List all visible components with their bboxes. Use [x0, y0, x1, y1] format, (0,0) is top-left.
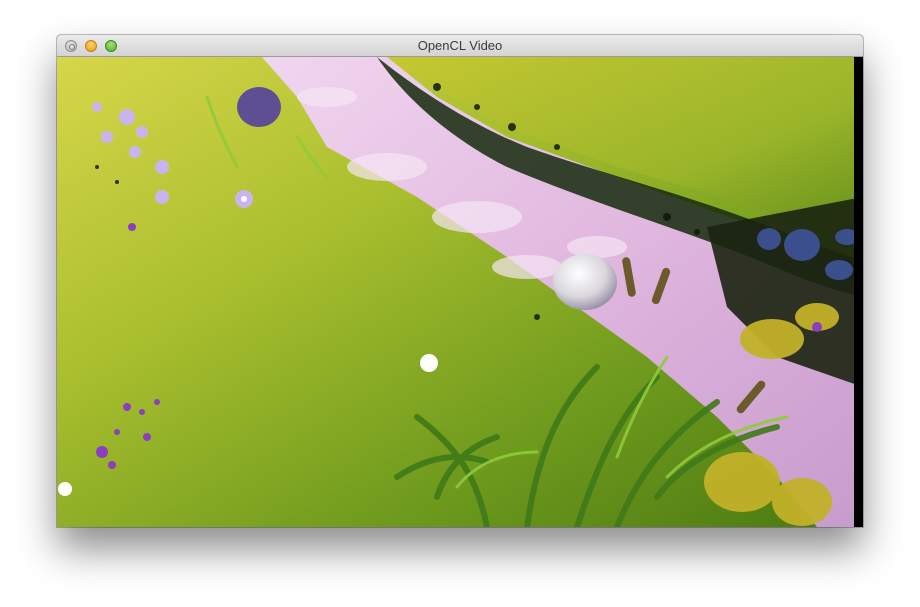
window-title: OpenCL Video [417, 38, 503, 53]
video-frame [57, 57, 863, 527]
video-view[interactable] [57, 57, 863, 527]
video-letterbox-edge [854, 57, 863, 527]
app-window: OpenCL Video [57, 35, 863, 527]
title-bar[interactable]: OpenCL Video [57, 35, 863, 57]
